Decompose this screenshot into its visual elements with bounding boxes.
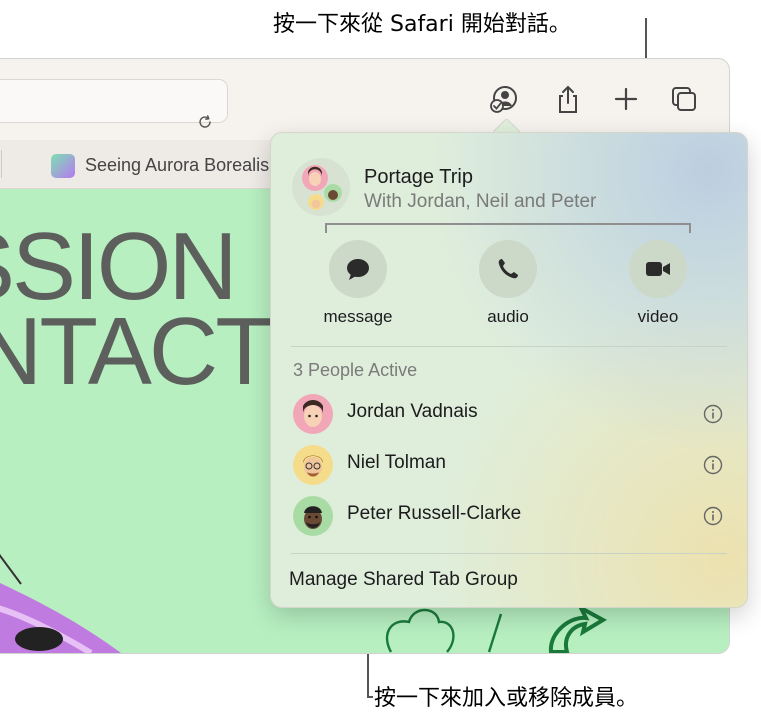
phone-icon <box>498 259 518 279</box>
group-avatar <box>292 158 350 216</box>
toolbar <box>0 59 729 141</box>
info-icon[interactable] <box>703 506 723 526</box>
video-icon <box>646 262 670 276</box>
callout-manage-members: 按一下來加入或移除成員。 <box>374 686 639 711</box>
tab-overview-icon[interactable] <box>669 84 699 114</box>
video-button[interactable] <box>629 240 687 298</box>
page-doodles <box>385 604 608 653</box>
person-row[interactable]: Peter Russell-Clarke <box>271 491 747 541</box>
actions-bracket <box>325 223 691 225</box>
divider <box>291 553 727 554</box>
avatar <box>293 496 333 536</box>
message-label: message <box>323 307 393 326</box>
people-active-count: 3 People Active <box>293 360 418 380</box>
share-icon[interactable] <box>553 84 583 114</box>
group-members: With Jordan, Neil and Peter <box>364 191 597 212</box>
group-name: Portage Trip <box>364 166 473 188</box>
avatar <box>293 445 333 485</box>
message-button[interactable] <box>329 240 387 298</box>
actions-bracket-right <box>689 223 691 233</box>
person-row[interactable]: Jordan Vadnais <box>271 389 747 439</box>
page-heading-line2: NTACT <box>0 298 274 405</box>
callout-start-conversation: 按一下來從 Safari 開始對話。 <box>273 12 571 37</box>
shareplay-icon[interactable] <box>488 84 518 114</box>
info-icon[interactable] <box>703 404 723 424</box>
address-bar[interactable] <box>0 79 228 128</box>
tab-favicon <box>51 154 75 178</box>
tab-separator <box>1 150 2 178</box>
info-icon[interactable] <box>703 455 723 475</box>
message-icon <box>347 259 369 280</box>
audio-label: audio <box>487 307 529 326</box>
tab-title[interactable]: Seeing Aurora Borealis <box>85 155 269 176</box>
conversation-popover: Portage Trip With Jordan, Neil and Peter… <box>270 132 748 608</box>
reload-icon[interactable] <box>196 113 214 131</box>
page-illustration <box>0 554 121 653</box>
person-row[interactable]: Niel Tolman <box>271 440 747 490</box>
person-name: Jordan Vadnais <box>347 401 478 422</box>
audio-button[interactable] <box>479 240 537 298</box>
person-name: Peter Russell-Clarke <box>347 503 522 524</box>
actions-bracket-left <box>325 223 327 233</box>
avatar <box>293 394 333 434</box>
new-tab-icon[interactable] <box>611 84 641 114</box>
callout-bottom-leader-tick <box>367 696 373 698</box>
person-name: Niel Tolman <box>347 452 446 473</box>
divider <box>291 346 727 347</box>
video-label: video <box>637 307 679 326</box>
manage-shared-tab-group[interactable]: Manage Shared Tab Group <box>289 569 518 591</box>
